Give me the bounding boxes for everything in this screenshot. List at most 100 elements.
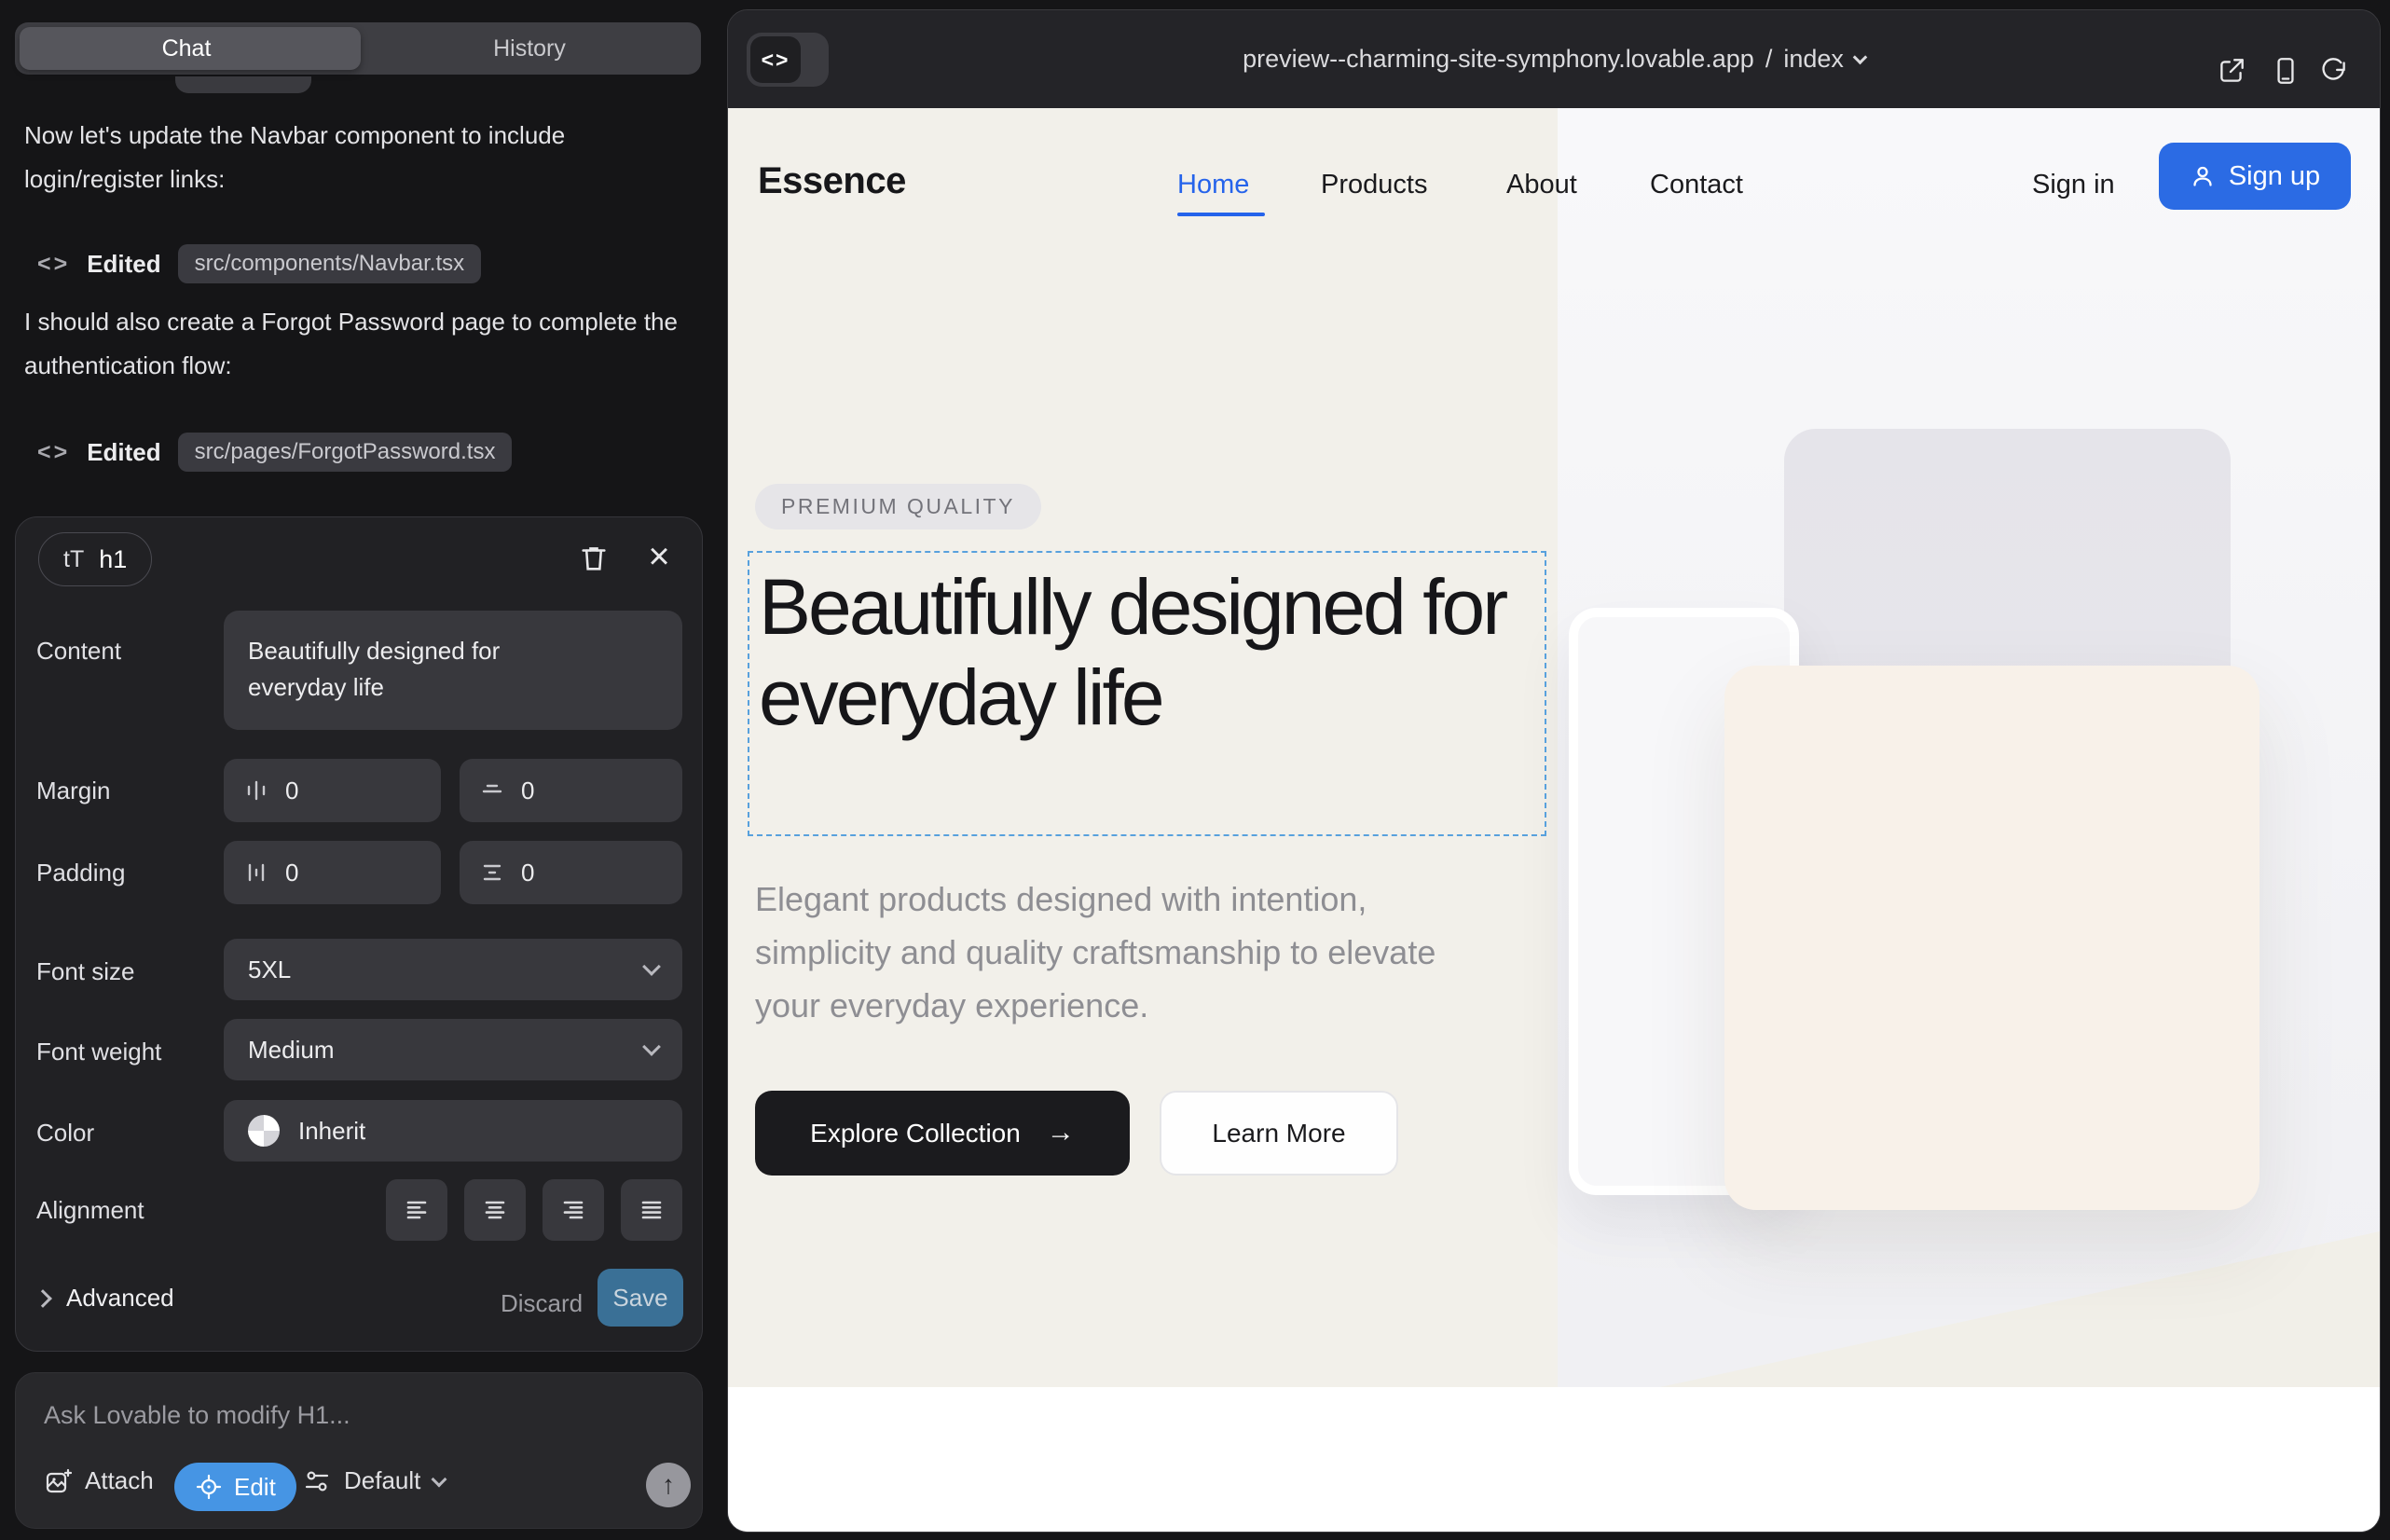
lovable-editor-window: Chat History Now let's update the Navbar… <box>0 0 2390 1540</box>
color-picker-field[interactable]: Inherit <box>224 1100 682 1162</box>
font-weight-select[interactable]: Medium <box>224 1019 682 1080</box>
prompt-input[interactable]: Ask Lovable to modify H1... <box>44 1401 350 1430</box>
edit-label: Edit <box>234 1473 276 1502</box>
align-center-button[interactable] <box>464 1179 526 1241</box>
margin-horizontal-input[interactable]: 0 <box>224 759 441 822</box>
nav-link-contact[interactable]: Contact <box>1650 170 1743 200</box>
nav-link-about[interactable]: About <box>1506 170 1577 200</box>
discard-button[interactable]: Discard <box>501 1289 583 1318</box>
refresh-icon <box>2318 55 2350 87</box>
preview-host: preview--charming-site-symphony.lovable.… <box>1243 45 1754 74</box>
content-label: Content <box>36 637 121 666</box>
user-icon <box>2190 163 2216 189</box>
browser-chrome: <> preview--charming-site-symphony.lovab… <box>728 10 2380 108</box>
file-pill[interactable]: src/components/Navbar.tsx <box>178 244 481 283</box>
chat-message: Now let's update the Navbar component to… <box>24 114 692 201</box>
code-icon: <> <box>37 439 70 466</box>
sliders-icon <box>303 1467 331 1495</box>
chevron-down-icon <box>1853 50 1868 65</box>
align-right-button[interactable] <box>543 1179 604 1241</box>
margin-label: Margin <box>36 777 110 805</box>
smartphone-icon <box>2270 55 2301 87</box>
refresh-button[interactable] <box>2318 55 2350 87</box>
sign-up-button[interactable]: Sign up <box>2159 143 2351 210</box>
tab-history[interactable]: History <box>358 22 701 75</box>
edited-file-row: <> Edited src/pages/ForgotPassword.tsx <box>37 431 512 474</box>
sign-in-link[interactable]: Sign in <box>2032 170 2115 200</box>
padding-vertical-value: 0 <box>521 859 534 887</box>
chat-history-tabs: Chat History <box>15 22 701 75</box>
save-button[interactable]: Save <box>598 1269 683 1327</box>
edited-label: Edited <box>87 438 160 467</box>
margin-vertical-input[interactable]: 0 <box>460 759 682 822</box>
chevron-down-icon <box>432 1471 447 1487</box>
close-inspector-button[interactable]: × <box>639 536 680 577</box>
padding-vertical-input[interactable]: 0 <box>460 841 682 904</box>
margin-horizontal-value: 0 <box>285 777 298 805</box>
model-selector[interactable]: Default <box>303 1466 445 1495</box>
send-arrow-icon: ↑ <box>662 1470 675 1500</box>
align-center-icon <box>481 1196 509 1224</box>
hero-paragraph: Elegant products designed with intention… <box>755 873 1501 1032</box>
arrow-right-icon: → <box>1047 1117 1075 1148</box>
code-icon: <> <box>37 251 70 278</box>
advanced-toggle[interactable]: Advanced <box>36 1284 174 1313</box>
align-right-icon <box>559 1196 587 1224</box>
font-weight-value: Medium <box>248 1036 334 1065</box>
file-pill[interactable]: src/pages/ForgotPassword.tsx <box>178 433 513 472</box>
edit-mode-button[interactable]: Edit <box>174 1463 296 1511</box>
model-selector-label: Default <box>344 1466 420 1495</box>
open-in-new-tab-button[interactable] <box>2216 55 2247 87</box>
edited-file-row: <> Edited src/components/Navbar.tsx <box>37 242 481 285</box>
chevron-down-icon <box>642 957 661 976</box>
delete-element-button[interactable] <box>573 538 614 579</box>
element-inspector-panel: tT h1 × Content Beautifully designed for… <box>15 516 703 1352</box>
attach-button[interactable]: Attach <box>44 1466 154 1495</box>
next-section-background <box>728 1387 2380 1533</box>
padding-horizontal-value: 0 <box>285 859 298 887</box>
preview-page: index <box>1783 45 1844 74</box>
tab-chat[interactable]: Chat <box>15 22 358 75</box>
content-textarea[interactable]: Beautifully designed for everyday life <box>224 611 682 730</box>
crosshair-icon <box>195 1473 223 1501</box>
margin-vertical-icon <box>480 778 504 803</box>
padding-vertical-icon <box>480 860 504 885</box>
path-separator: / <box>1765 45 1773 74</box>
font-weight-label: Font weight <box>36 1038 161 1066</box>
color-label: Color <box>36 1119 94 1148</box>
prompt-composer: Ask Lovable to modify H1... Attach <box>15 1372 703 1529</box>
padding-horizontal-input[interactable]: 0 <box>224 841 441 904</box>
mobile-preview-button[interactable] <box>2270 55 2301 87</box>
learn-more-button[interactable]: Learn More <box>1160 1091 1398 1176</box>
padding-label: Padding <box>36 859 125 887</box>
font-size-value: 5XL <box>248 956 291 984</box>
premium-quality-badge: PREMIUM QUALITY <box>755 484 1041 529</box>
explore-collection-label: Explore Collection <box>810 1119 1021 1148</box>
close-icon: × <box>648 536 669 578</box>
external-link-icon <box>2216 55 2247 87</box>
hero-heading[interactable]: Beautifully designed for everyday life <box>749 553 1532 743</box>
address-bar[interactable]: preview--charming-site-symphony.lovable.… <box>728 10 2380 108</box>
chevron-down-icon <box>642 1038 661 1056</box>
edited-label: Edited <box>87 250 160 279</box>
advanced-label: Advanced <box>66 1284 174 1313</box>
align-left-button[interactable] <box>386 1179 447 1241</box>
chat-message: I should also create a Forgot Password p… <box>24 300 692 388</box>
align-left-icon <box>403 1196 431 1224</box>
chevron-right-icon <box>34 1289 52 1308</box>
nav-link-home[interactable]: Home <box>1177 170 1249 200</box>
font-size-select[interactable]: 5XL <box>224 939 682 1000</box>
active-nav-underline <box>1177 213 1265 216</box>
nav-link-products[interactable]: Products <box>1321 170 1427 200</box>
selected-element-outline[interactable]: Beautifully designed for everyday life <box>748 551 1546 836</box>
decorative-card-cream <box>1724 666 2260 1210</box>
padding-horizontal-icon <box>244 860 268 885</box>
send-button[interactable]: ↑ <box>646 1463 691 1507</box>
attach-image-icon <box>44 1467 72 1495</box>
site-preview: Essence Home Products About Contact Sign… <box>728 108 2380 1533</box>
align-justify-button[interactable] <box>621 1179 682 1241</box>
site-logo[interactable]: Essence <box>758 160 906 202</box>
margin-horizontal-icon <box>244 778 268 803</box>
color-swatch-icon <box>248 1115 280 1147</box>
explore-collection-button[interactable]: Explore Collection → <box>755 1091 1130 1176</box>
